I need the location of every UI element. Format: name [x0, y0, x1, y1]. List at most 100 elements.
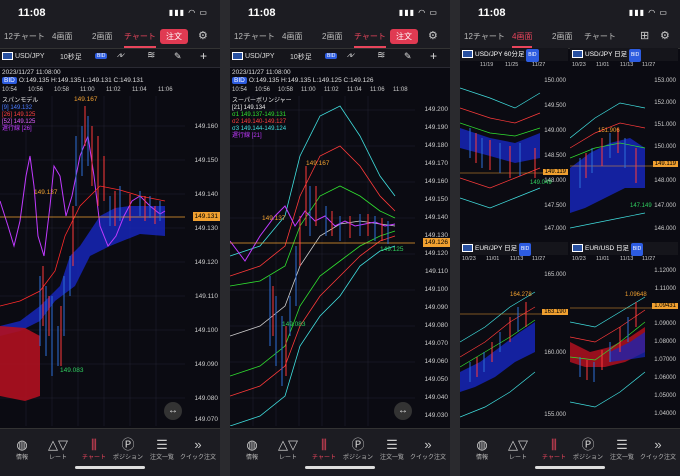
mini-chart-eurusd-daily[interactable]: EUR/USD 日足 BID 10/23 11/01 11/13 11/27 1… — [570, 242, 678, 434]
draw-pen-icon[interactable]: ✎ — [174, 51, 182, 62]
high-annotation: 151.906 — [598, 128, 620, 134]
nav-label: レート — [508, 455, 527, 461]
mini-chart-usdjpy-60min[interactable]: USD/JPY 60分足 BID 11/19 11/25 11/27 150.0… — [460, 48, 568, 240]
tab-12-charts[interactable]: 12チャート — [234, 31, 275, 42]
tab-2-screens[interactable]: 2画面 — [552, 31, 572, 42]
tab-chart[interactable]: チャート — [584, 31, 616, 42]
price-axis-label: 149.050 — [424, 376, 449, 383]
order-button[interactable]: 注文 — [160, 29, 188, 44]
nav-info[interactable]: ◍ 情報 — [462, 437, 502, 461]
mini-chart-usdjpy-daily[interactable]: USD/JPY 日足 BID 10/23 11/01 11/13 11/27 1… — [570, 48, 678, 240]
price-axis-label: 147.500 — [544, 203, 566, 209]
price-axis-label: 149.150 — [194, 157, 219, 164]
nav-info[interactable]: ◍ 情報 — [2, 437, 42, 461]
nav-rate[interactable]: △▽ レート — [268, 437, 308, 461]
price-axis-label: 152.000 — [654, 100, 676, 106]
legend-entry: σ2 149.140-149.127 — [232, 119, 287, 125]
time-label: 11:00 — [301, 87, 316, 93]
candle-type-icon[interactable]: ⩘⩗ — [347, 52, 355, 60]
current-price-tag: 163.190 — [542, 309, 568, 315]
tab-4-screens[interactable]: 4画面 — [52, 31, 72, 42]
gear-icon[interactable]: ⚙ — [660, 30, 672, 42]
draw-pen-icon[interactable]: ✎ — [404, 51, 412, 62]
time-label: 11:02 — [324, 87, 339, 93]
chart-toolbar: USD/JPY 10秒足 BID ⩘⩗ ≋ ✎ + — [0, 49, 220, 68]
nav-order-list[interactable]: ☰ 注文一覧 — [602, 437, 642, 461]
phone-super-bollinger: 11:08 ▮▮▮ ◠ ▭ 12チャート 4画面 2画面 チャート 注文 ⚙ U… — [230, 0, 450, 476]
legend-panel: スーパーボリンジャー [21] 149.134 σ1 149.137-149.1… — [232, 98, 292, 140]
price-axis-label: 147.000 — [654, 203, 676, 209]
tab-12-charts[interactable]: 12チャート — [464, 31, 505, 42]
order-button[interactable]: 注文 — [390, 29, 418, 44]
legend-entry: 遅行線 [21] — [232, 133, 262, 139]
us-flag-icon — [232, 52, 243, 60]
low-annotation: 149.049 — [530, 180, 552, 186]
list-icon: ☰ — [156, 437, 168, 452]
low-annotation: 149.083 — [60, 367, 84, 374]
super-bollinger-chart[interactable]: スーパーボリンジャー [21] 149.134 σ1 149.137-149.1… — [230, 96, 450, 427]
time-label: 11:04 — [347, 87, 362, 93]
price-axis-label: 153.000 — [654, 78, 676, 84]
nav-quick-order[interactable]: » クイック注文 — [408, 437, 448, 461]
legend-entry: σ1 149.137-149.131 — [232, 112, 287, 118]
tab-chart[interactable]: チャート — [124, 31, 156, 48]
bid-toggle[interactable]: BID — [95, 52, 108, 59]
pair-label: USD/JPY — [245, 52, 275, 60]
home-indicator — [75, 466, 145, 469]
interval-selector[interactable]: 10秒足 — [60, 52, 82, 62]
ohlc-bid-badge: BID — [2, 77, 17, 84]
rate-icon: △▽ — [508, 437, 528, 452]
price-axis-label: 1.06000 — [654, 375, 676, 381]
nav-order-list[interactable]: ☰ 注文一覧 — [142, 437, 182, 461]
current-price-tag: 149.119 — [542, 169, 568, 175]
tab-2-screens[interactable]: 2画面 — [322, 31, 342, 42]
nav-quick-order[interactable]: » クイック注文 — [178, 437, 218, 461]
nav-order-list[interactable]: ☰ 注文一覧 — [372, 437, 412, 461]
time-label: 11:02 — [106, 87, 121, 93]
price-axis-label: 149.500 — [544, 103, 566, 109]
high-annotation: 149.167 — [74, 96, 98, 103]
tab-2-screens[interactable]: 2画面 — [92, 31, 112, 42]
price-axis-label: 1.12000 — [654, 268, 676, 274]
add-icon[interactable]: + — [430, 49, 437, 63]
add-icon[interactable]: + — [200, 49, 207, 63]
legend-entry: [9] 149.132 — [2, 105, 33, 111]
time-label: 11:08 — [393, 87, 408, 93]
indicator-icon[interactable]: ≋ — [147, 50, 155, 61]
price-axis-label: 149.120 — [424, 250, 449, 257]
nav-rate[interactable]: △▽ レート — [498, 437, 538, 461]
expand-icon[interactable]: ↔ — [164, 402, 182, 420]
span-model-chart[interactable]: スパンモデル [9] 149.132 [26] 149.125 [52] 149… — [0, 96, 220, 426]
price-axis-label: 149.110 — [424, 268, 448, 275]
pair-selector[interactable]: USD/JPY — [2, 52, 45, 60]
chart-datetime: 2023/11/27 11:08:00 — [2, 69, 61, 76]
current-price-tag: 149.131 — [192, 212, 220, 221]
indicator-icon[interactable]: ≋ — [377, 50, 385, 61]
expand-icon[interactable]: ↔ — [394, 402, 412, 420]
bid-toggle[interactable]: BID — [325, 52, 338, 59]
legend-panel: スパンモデル [9] 149.132 [26] 149.125 [52] 149… — [2, 98, 38, 133]
time-label: 11:00 — [80, 87, 95, 93]
chart-datetime: 2023/11/27 11:08:00 — [232, 69, 291, 76]
interval-selector[interactable]: 10秒足 — [290, 52, 312, 62]
pair-selector[interactable]: USD/JPY — [232, 52, 275, 60]
candle-type-icon[interactable]: ⩘⩗ — [117, 52, 125, 60]
nav-label: 注文一覧 — [379, 455, 404, 461]
tab-12-charts[interactable]: 12チャート — [4, 31, 45, 42]
phone-four-screen: 11:08 ▮▮▮ ◠ ▭ 12チャート 4画面 2画面 チャート ⊞ ⚙ US… — [460, 0, 680, 476]
price-axis-label: 148.000 — [654, 178, 676, 184]
status-bar: 11:08 ▮▮▮ ◠ ▭ — [460, 0, 680, 26]
mini-chart-eurjpy-daily[interactable]: EUR/JPY 日足 BID 10/23 11/01 11/13 11/27 1… — [460, 242, 568, 434]
tab-4-screens[interactable]: 4画面 — [512, 31, 533, 48]
legend-title: スーパーボリンジャー — [232, 98, 292, 104]
gear-icon[interactable]: ⚙ — [428, 30, 440, 42]
nav-info[interactable]: ◍ 情報 — [232, 437, 272, 461]
nav-quick-order[interactable]: » クイック注文 — [638, 437, 678, 461]
grid-layout-icon[interactable]: ⊞ — [640, 30, 652, 42]
nav-label: クイック注文 — [179, 455, 216, 461]
tab-4-screens[interactable]: 4画面 — [282, 31, 302, 42]
tab-chart[interactable]: チャート — [354, 31, 386, 48]
gear-icon[interactable]: ⚙ — [198, 30, 210, 42]
nav-label: チャート — [312, 455, 336, 461]
nav-rate[interactable]: △▽ レート — [38, 437, 78, 461]
